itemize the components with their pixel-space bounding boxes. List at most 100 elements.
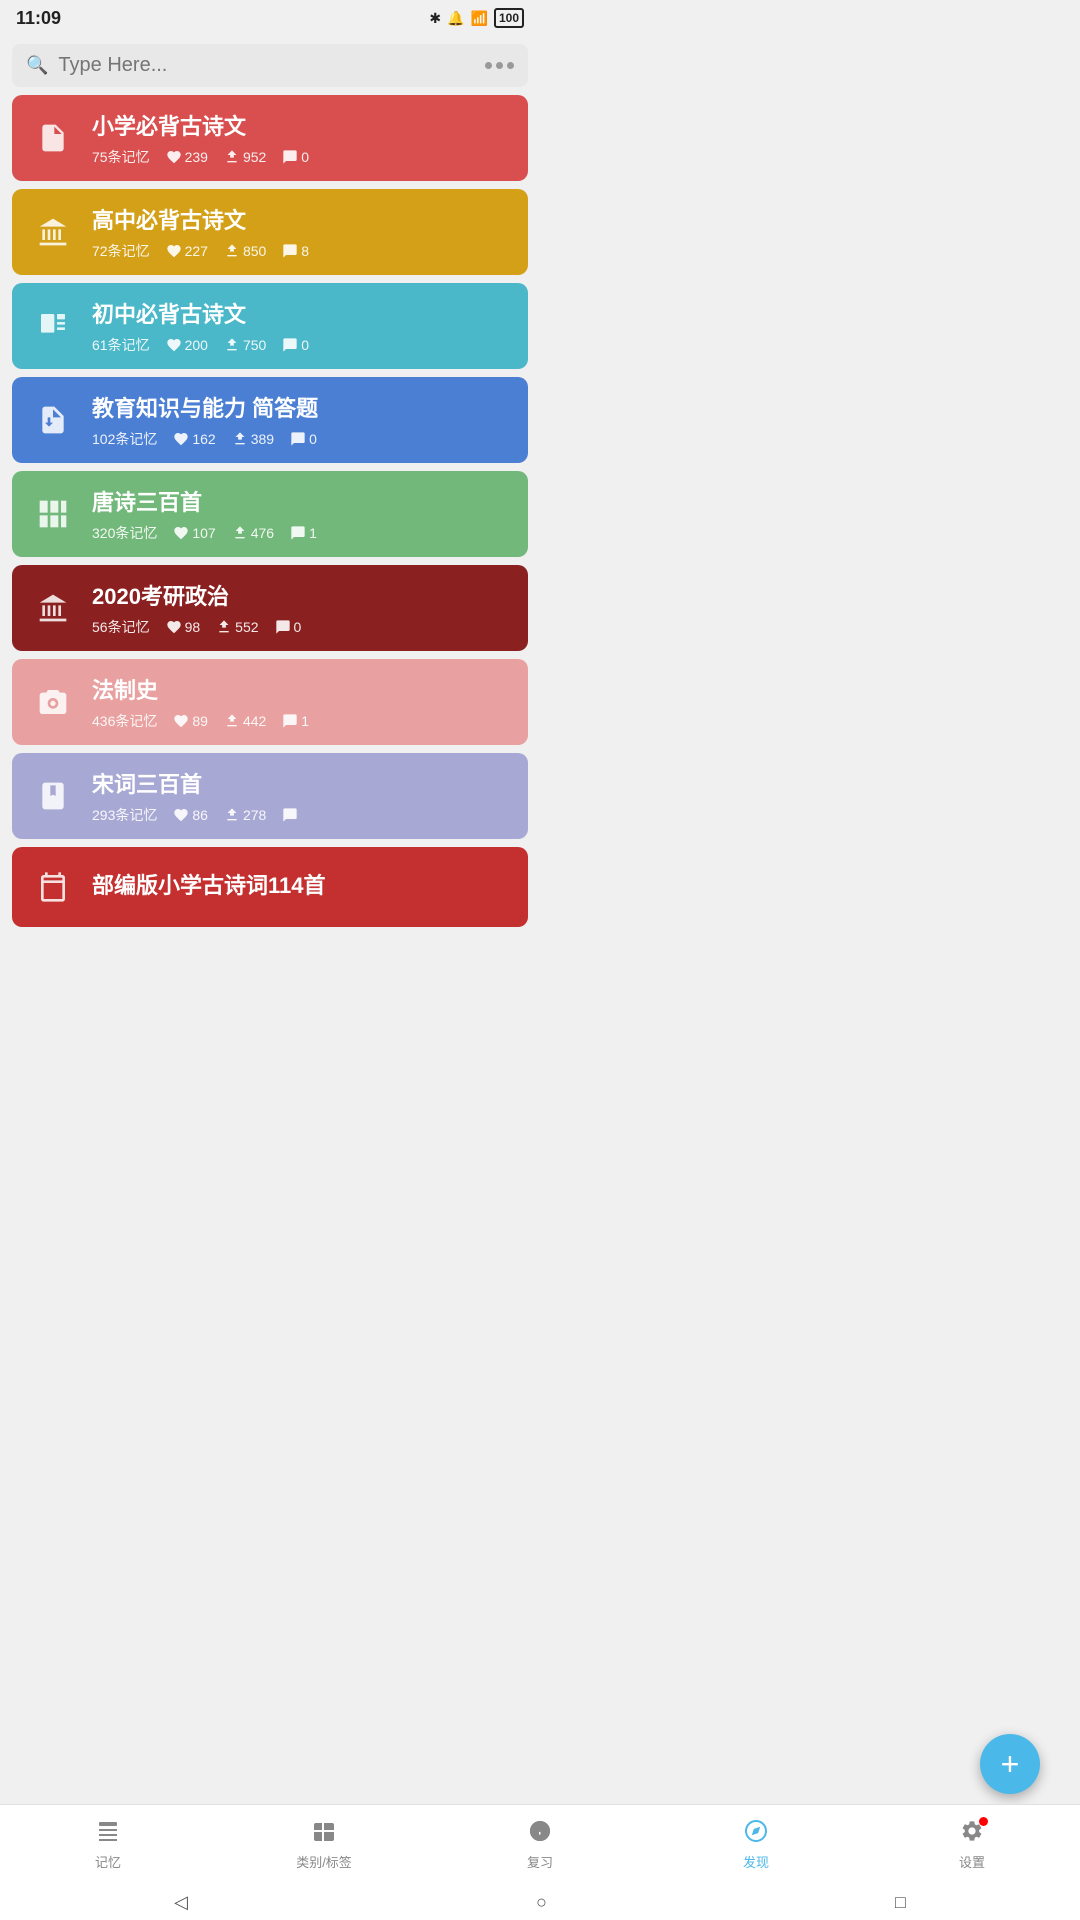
nav-label-review: 复习	[527, 1852, 553, 1871]
card-list: 小学必背古诗文 75条记忆 239 952 0 高中必背古诗文 72条记忆 22…	[0, 95, 540, 1007]
card-bubian[interactable]: 部编版小学古诗词114首	[12, 847, 528, 927]
card-title: 唐诗三百首	[92, 485, 512, 517]
battery-icon: 100	[494, 8, 524, 28]
card-info: 部编版小学古诗词114首	[92, 868, 512, 906]
card-songci[interactable]: 宋词三百首 293条记忆 86 278	[12, 753, 528, 839]
card-comments: 8	[282, 243, 309, 259]
nav-label-settings: 设置	[959, 1852, 985, 1871]
card-tangshi[interactable]: 唐诗三百首 320条记忆 107 476 1	[12, 471, 528, 557]
card-downloads: 389	[232, 431, 274, 447]
home-button[interactable]: ○	[536, 1892, 547, 1913]
memory-icon	[96, 1830, 120, 1847]
nav-icon-wrap-category	[312, 1819, 336, 1848]
card-memories: 75条记忆	[92, 147, 150, 167]
review-icon	[528, 1830, 552, 1847]
card-title: 宋词三百首	[92, 767, 512, 799]
card-info: 初中必背古诗文 61条记忆 200 750 0	[92, 297, 512, 355]
nav-item-review[interactable]: 复习	[432, 1819, 648, 1871]
nav-icon-wrap-review	[528, 1819, 552, 1848]
card-title: 教育知识与能力 简答题	[92, 391, 512, 423]
card-info: 宋词三百首 293条记忆 86 278	[92, 767, 512, 825]
search-icon: 🔍	[26, 55, 48, 76]
card-chuzhong[interactable]: 初中必背古诗文 61条记忆 200 750 0	[12, 283, 528, 369]
card-meta: 56条记忆 98 552 0	[92, 617, 512, 637]
card-icon	[28, 113, 78, 163]
card-meta: 436条记忆 89 442 1	[92, 711, 512, 731]
card-meta: 293条记忆 86 278	[92, 805, 512, 825]
nav-icon-wrap-memory	[96, 1819, 120, 1848]
card-jiaoyu[interactable]: 教育知识与能力 简答题 102条记忆 162 389 0	[12, 377, 528, 463]
add-fab-button[interactable]: +	[980, 1734, 1040, 1794]
card-likes: 98	[166, 619, 201, 635]
nav-item-category[interactable]: 类别/标签	[216, 1819, 432, 1871]
card-title: 小学必背古诗文	[92, 109, 512, 141]
card-icon	[28, 862, 78, 912]
recent-button[interactable]: □	[895, 1892, 906, 1913]
card-icon	[28, 583, 78, 633]
card-likes: 89	[173, 713, 208, 729]
card-title: 2020考研政治	[92, 579, 512, 611]
card-downloads: 750	[224, 337, 266, 353]
search-bar[interactable]: 🔍	[12, 44, 528, 87]
card-likes: 200	[166, 337, 208, 353]
card-comments: 1	[290, 525, 317, 541]
status-time: 11:09	[16, 8, 61, 29]
card-info: 法制史 436条记忆 89 442 1	[92, 673, 512, 731]
card-likes: 162	[173, 431, 215, 447]
card-comments	[282, 807, 298, 823]
nav-label-memory: 记忆	[95, 1852, 121, 1871]
card-likes: 227	[166, 243, 208, 259]
card-comments: 0	[275, 619, 302, 635]
card-title: 高中必背古诗文	[92, 203, 512, 235]
search-input[interactable]	[58, 54, 475, 77]
status-icons: ✱ 🔔 📶 100	[429, 8, 524, 28]
more-options-button[interactable]	[485, 62, 514, 69]
card-title: 初中必背古诗文	[92, 297, 512, 329]
card-gaozhong[interactable]: 高中必背古诗文 72条记忆 227 850 8	[12, 189, 528, 275]
wifi-icon: 📶	[471, 10, 488, 27]
card-memories: 61条记忆	[92, 335, 150, 355]
card-info: 小学必背古诗文 75条记忆 239 952 0	[92, 109, 512, 167]
card-info: 唐诗三百首 320条记忆 107 476 1	[92, 485, 512, 543]
card-icon	[28, 771, 78, 821]
card-icon	[28, 301, 78, 351]
card-downloads: 552	[216, 619, 258, 635]
notification-icon: 🔔	[447, 10, 464, 27]
card-icon	[28, 207, 78, 257]
card-title: 部编版小学古诗词114首	[92, 868, 512, 900]
card-xiaoxue[interactable]: 小学必背古诗文 75条记忆 239 952 0	[12, 95, 528, 181]
card-likes: 86	[173, 807, 208, 823]
status-bar: 11:09 ✱ 🔔 📶 100	[0, 0, 540, 36]
card-meta: 320条记忆 107 476 1	[92, 523, 512, 543]
card-title: 法制史	[92, 673, 512, 705]
nav-item-discover[interactable]: 发现	[648, 1819, 864, 1871]
nav-label-discover: 发现	[743, 1852, 769, 1871]
card-meta: 102条记忆 162 389 0	[92, 429, 512, 449]
card-info: 2020考研政治 56条记忆 98 552 0	[92, 579, 512, 637]
card-memories: 436条记忆	[92, 711, 157, 731]
card-comments: 0	[282, 337, 309, 353]
card-fazhi[interactable]: 法制史 436条记忆 89 442 1	[12, 659, 528, 745]
card-downloads: 476	[232, 525, 274, 541]
card-info: 教育知识与能力 简答题 102条记忆 162 389 0	[92, 391, 512, 449]
card-downloads: 952	[224, 149, 266, 165]
card-downloads: 850	[224, 243, 266, 259]
back-button[interactable]: ◁	[174, 1892, 188, 1913]
card-downloads: 442	[224, 713, 266, 729]
dot-1	[485, 62, 492, 69]
nav-item-memory[interactable]: 记忆	[0, 1819, 216, 1871]
system-nav: ◁ ○ □	[0, 1884, 1080, 1920]
card-comments: 1	[282, 713, 309, 729]
card-kaoyanzz[interactable]: 2020考研政治 56条记忆 98 552 0	[12, 565, 528, 651]
card-info: 高中必背古诗文 72条记忆 227 850 8	[92, 203, 512, 261]
category-icon	[312, 1830, 336, 1847]
card-icon	[28, 395, 78, 445]
card-likes: 107	[173, 525, 215, 541]
settings-icon	[960, 1830, 984, 1847]
bottom-nav: 记忆 类别/标签 复习 发现 设置	[0, 1804, 1080, 1884]
discover-icon	[744, 1830, 768, 1847]
card-likes: 239	[166, 149, 208, 165]
card-meta: 61条记忆 200 750 0	[92, 335, 512, 355]
card-memories: 102条记忆	[92, 429, 157, 449]
nav-item-settings[interactable]: 设置	[864, 1819, 1080, 1871]
